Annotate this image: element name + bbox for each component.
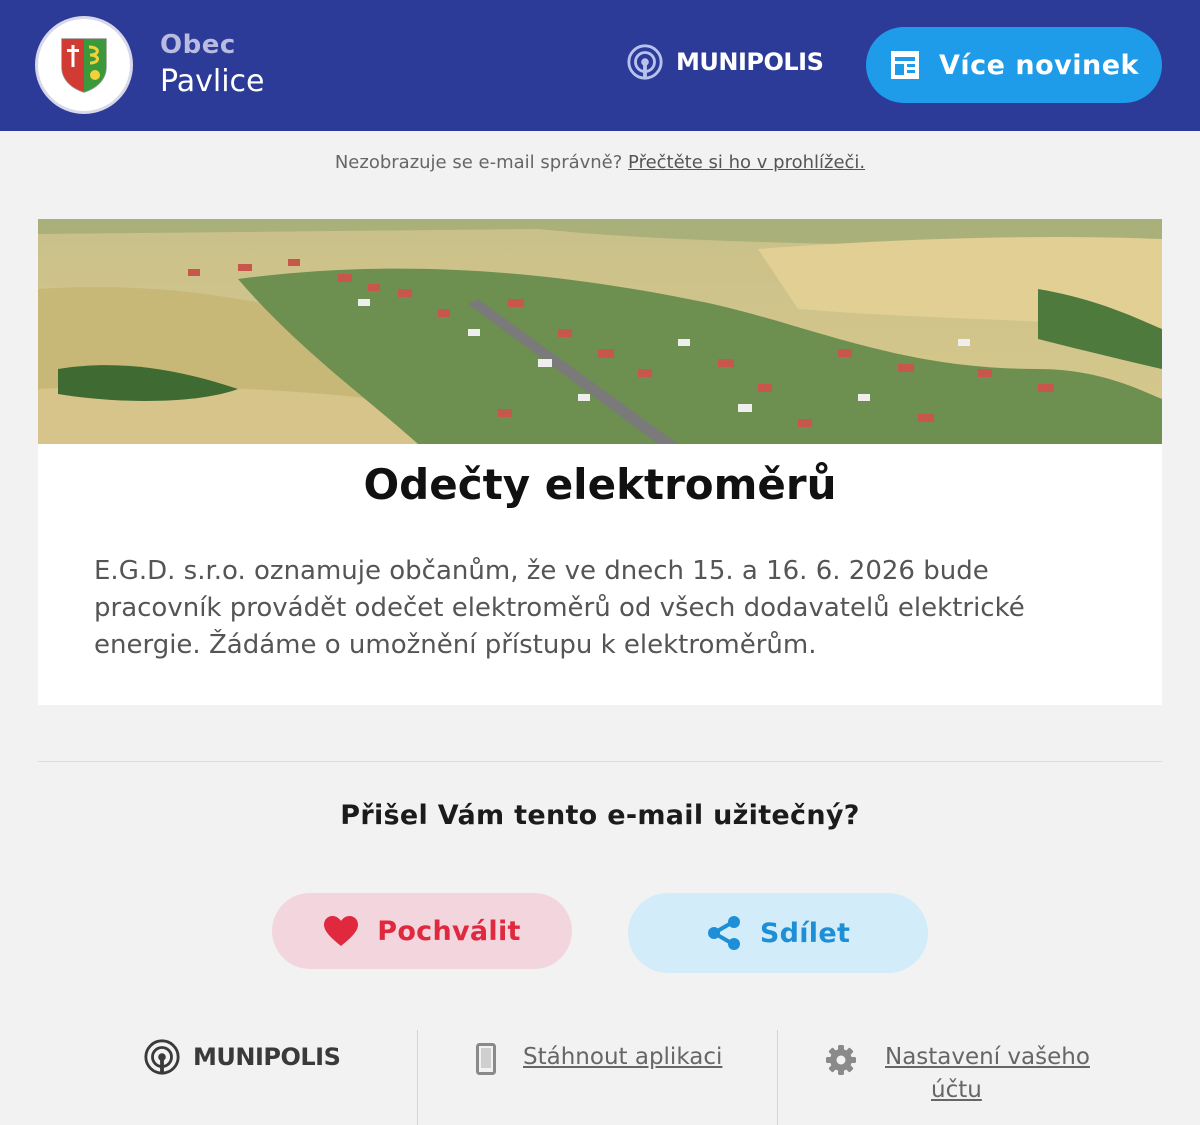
share-icon [707,916,740,950]
newspaper-icon [891,51,919,79]
praise-button[interactable]: Pochválit [272,893,572,969]
share-button[interactable]: Sdílet [628,893,928,973]
share-label: Sdílet [759,917,851,949]
article-body: E.G.D. s.r.o. oznamuje občanům, že ve dn… [94,556,1025,660]
footer-munipolis-wordmark: MUNIPOLIS [193,1043,341,1071]
section-divider [38,761,1162,762]
account-settings-link[interactable]: Nastavení vašeho [885,1044,1090,1070]
browser-view-notice: Nezobrazuje se e-mail správně? Přečtěte … [0,152,1200,173]
view-in-browser-link[interactable]: Přečtěte si ho v prohlížeči. [628,152,865,173]
brand-type: Obec [160,30,236,60]
municipality-crest-icon [61,38,107,93]
download-app-link[interactable]: Stáhnout aplikaci [523,1044,722,1070]
footer-munipolis-logo[interactable]: MUNIPOLIS [143,1038,341,1076]
heart-icon [324,916,359,946]
footer-separator [777,1030,778,1125]
municipality-logo[interactable] [38,19,130,111]
article-title: Odečty elektroměrů [363,460,837,509]
more-news-button[interactable]: Více novinek [866,27,1162,103]
feedback-question: Přišel Vám tento e-mail užitečný? [340,800,860,831]
munipolis-logo[interactable]: MUNIPOLIS [626,43,824,81]
gear-icon [826,1045,856,1075]
account-settings-link-line2[interactable]: účtu [931,1077,982,1103]
email-header: Obec Pavlice MUNIPOLIS Více novinek [0,0,1200,131]
footer-separator [417,1030,418,1125]
phone-icon [476,1043,496,1075]
aerial-village-photo [38,219,1162,444]
munipolis-broadcast-icon [627,44,663,80]
more-news-label: Více novinek [939,49,1139,81]
municipality-name: Pavlice [160,64,265,99]
munipolis-wordmark: MUNIPOLIS [676,48,824,76]
notice-text: Nezobrazuje se e-mail správně? [334,152,629,173]
munipolis-broadcast-icon [144,1039,180,1075]
praise-label: Pochválit [377,915,521,947]
